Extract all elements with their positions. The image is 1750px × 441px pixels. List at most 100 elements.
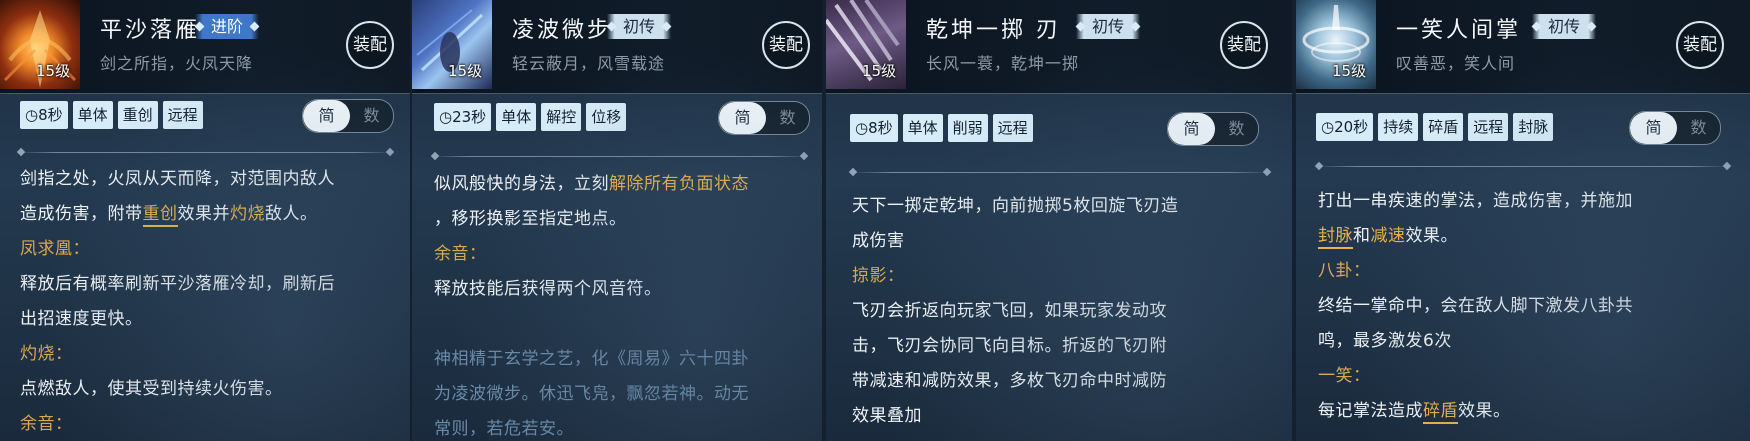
toggle-number-option[interactable]: 数 (350, 100, 393, 132)
tier-badge: 进阶 (195, 14, 260, 39)
desc-line: 天下一掷定乾坤，向前抛掷5枚回旋飞刃造 (852, 196, 1179, 216)
clock-icon: ◷ (439, 108, 453, 126)
simple-number-toggle[interactable]: 简 数 (718, 101, 810, 135)
keyword-link[interactable]: 解除所有负面状态 (609, 174, 749, 194)
desc-line: 点燃敌人，使其受到持续火伤害。 (20, 379, 283, 399)
section-title: 八卦： (1318, 261, 1371, 281)
divider (432, 156, 807, 157)
lore-line: 神相精于玄学之艺，化《周易》六十四卦 (434, 349, 749, 369)
lore-line: 为凌波微步。休迅飞凫，飘忽若神。动无 (434, 384, 749, 404)
level-badge: 15级 (1332, 62, 1367, 80)
simple-number-toggle[interactable]: 简 数 (302, 99, 394, 133)
simple-number-toggle[interactable]: 简 数 (1629, 111, 1721, 145)
desc-line: 飞刃会折返向玩家飞回，如果玩家发动攻 (852, 301, 1167, 321)
section-title: 灼烧： (20, 344, 73, 364)
toggle-simple-option[interactable]: 简 (1168, 113, 1215, 145)
skill-header: 15级 一笑人间掌 初传 叹善恶，笑人间 装配 (1296, 0, 1750, 94)
equip-button[interactable]: 装配 (762, 21, 810, 69)
equip-button[interactable]: 装配 (1676, 21, 1724, 69)
toggle-number-option[interactable]: 数 (1677, 112, 1720, 144)
skill-subtitle: 叹善恶，笑人间 (1396, 54, 1516, 73)
skill-name: 凌波微步 (512, 18, 613, 43)
skill-tag: 持续 (1378, 113, 1419, 141)
skill-tag: 碎盾 (1423, 113, 1464, 141)
section-title: 凤求凰： (20, 239, 90, 259)
keyword-link[interactable]: 封脉 (1318, 226, 1353, 249)
level-badge: 15级 (36, 62, 71, 80)
skill-tag: 位移 (586, 103, 627, 131)
fire-phoenix-skill-icon: 15级 (0, 0, 80, 89)
skill-description: 打出一串疾速的掌法，造成伤害，并施加 封脉和减速效果。 八卦： 终结一掌命中，会… (1318, 184, 1738, 429)
keyword-link[interactable]: 减速 (1371, 226, 1406, 246)
divider (18, 152, 393, 153)
section-title: 一笑： (1318, 366, 1371, 386)
desc-line: 封脉和减速效果。 (1318, 219, 1738, 254)
skill-description: 剑指之处，火凤从天而降，对范围内敌人 造成伤害，附带重创效果并灼烧敌人。 凤求凰… (20, 162, 400, 441)
skill-tag: 重创 (117, 101, 158, 129)
skill-card-1: 15级 平沙落雁 进阶 剑之所指，火凤天降 装配 ◷8秒 单体 重创 远程 简 … (0, 0, 410, 441)
equip-button[interactable]: 装配 (1220, 21, 1268, 69)
toggle-simple-option[interactable]: 简 (1630, 112, 1677, 144)
skill-subtitle: 长风一蓑，乾坤一掷 (926, 54, 1080, 73)
level-badge: 15级 (862, 62, 897, 80)
toggle-simple-option[interactable]: 简 (719, 102, 766, 134)
keyword-link[interactable]: 灼烧 (230, 204, 265, 224)
skill-card-4: 15级 一笑人间掌 初传 叹善恶，笑人间 装配 ◷20秒 持续 碎盾 远程 封脉… (1296, 0, 1750, 441)
tier-badge: 初传 (1532, 14, 1597, 39)
cooldown-tag: ◷20秒 (1316, 113, 1374, 141)
section-title: 掠影： (852, 266, 905, 286)
skill-description: 天下一掷定乾坤，向前抛掷5枚回旋飞刃造 成伤害 掠影： 飞刃会折返向玩家飞回，如… (852, 189, 1282, 434)
desc-line: 出招速度更快。 (20, 309, 143, 329)
skill-name: 平沙落雁 (100, 18, 201, 43)
clock-icon: ◷ (855, 119, 869, 137)
desc-line: 释放后有概率刷新平沙落雁冷却，刷新后 (20, 274, 335, 294)
desc-line: 效果叠加 (852, 406, 922, 426)
toggle-number-option[interactable]: 数 (1215, 113, 1258, 145)
toggle-simple-option[interactable]: 简 (303, 100, 350, 132)
skill-tag: 单体 (72, 101, 113, 129)
skill-description: 似风般快的身法，立刻解除所有负面状态 ，移形换影至指定地点。 余音： 释放技能后… (434, 167, 814, 441)
tier-badge: 初传 (1076, 14, 1141, 39)
desc-line: 击，飞刃会协同飞向目标。折返的飞刃附 (852, 336, 1167, 356)
desc-line: 剑指之处，火凤从天而降，对范围内敌人 (20, 169, 335, 189)
dash-skill-icon: 15级 (412, 0, 492, 89)
skill-subtitle: 剑之所指，火凤天降 (100, 54, 254, 73)
cooldown-tag: ◷23秒 (434, 103, 492, 131)
level-badge: 15级 (448, 62, 483, 80)
desc-line: 打出一串疾速的掌法，造成伤害，并施加 (1318, 191, 1633, 211)
skill-header: 15级 平沙落雁 进阶 剑之所指，火凤天降 装配 (0, 0, 410, 94)
skill-tags: ◷20秒 持续 碎盾 远程 封脉 (1316, 113, 1554, 141)
toggle-number-option[interactable]: 数 (766, 102, 809, 134)
cooldown-tag: ◷8秒 (20, 101, 68, 129)
skill-tag: 单体 (496, 103, 537, 131)
keyword-link[interactable]: 碎盾 (1423, 401, 1458, 424)
skill-name: 一笑人间掌 (1396, 18, 1522, 43)
clock-icon: ◷ (1321, 118, 1335, 136)
section-title: 余音： (434, 244, 487, 264)
desc-line: 鸣，最多激发6次 (1318, 331, 1452, 351)
desc-line: ，移形换影至指定地点。 (434, 209, 627, 229)
simple-number-toggle[interactable]: 简 数 (1167, 112, 1259, 146)
desc-line: 终结一掌命中，会在敌人脚下激发八卦共 (1318, 296, 1633, 316)
skill-header: 15级 凌波微步 初传 轻云蔽月，风雪载途 装配 (412, 0, 822, 94)
desc-line: 释放技能后获得两个风音符。 (434, 279, 662, 299)
blades-skill-icon: 15级 (826, 0, 906, 89)
divider (850, 172, 1270, 173)
skill-subtitle: 轻云蔽月，风雪载途 (512, 54, 666, 73)
equip-button[interactable]: 装配 (346, 21, 394, 69)
clock-icon: ◷ (25, 106, 39, 124)
desc-line: 成伤害 (852, 231, 905, 251)
section-title: 余音： (20, 414, 73, 434)
desc-line: 造成伤害，附带重创效果并灼烧敌人。 (20, 197, 400, 232)
cooldown-tag: ◷8秒 (850, 114, 898, 142)
skill-tag: 封脉 (1513, 113, 1554, 141)
skill-tags: ◷23秒 单体 解控 位移 (434, 103, 627, 131)
skill-tag: 远程 (1468, 113, 1509, 141)
skill-name: 乾坤一掷 刃 (926, 18, 1061, 43)
lore-line: 常则，若危若安。 (434, 419, 574, 439)
keyword-link[interactable]: 重创 (142, 204, 178, 227)
skill-tag: 远程 (162, 101, 203, 129)
skill-card-3: 15级 乾坤一掷 刃 初传 长风一蓑，乾坤一掷 装配 ◷8秒 单体 削弱 远程 … (826, 0, 1292, 441)
skill-tag: 单体 (902, 114, 943, 142)
